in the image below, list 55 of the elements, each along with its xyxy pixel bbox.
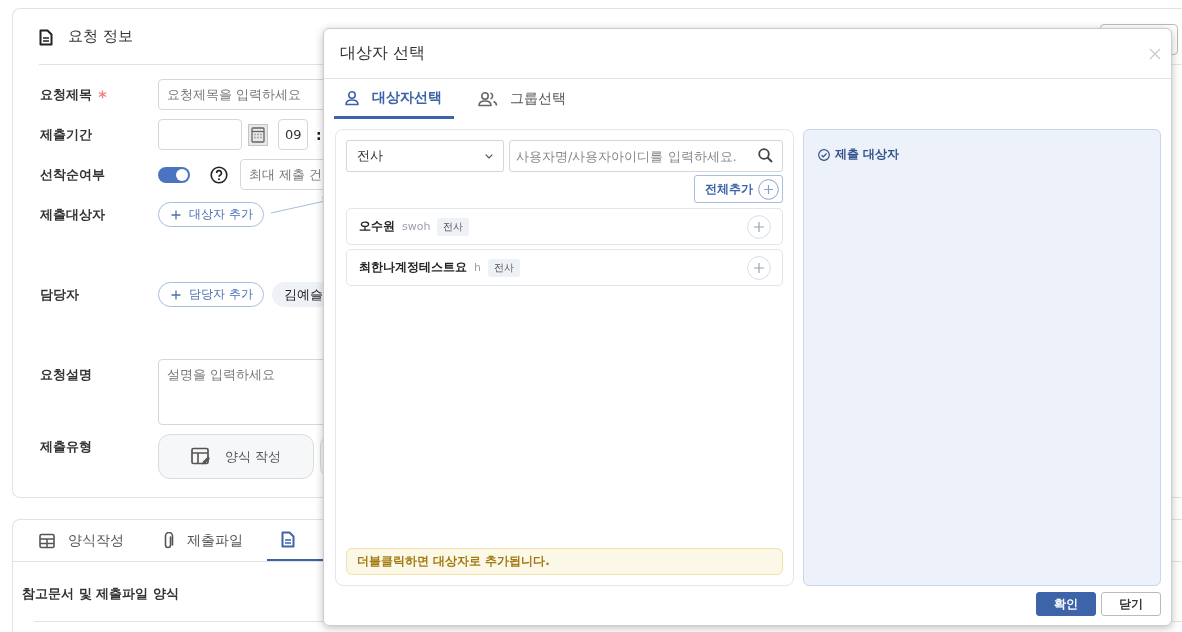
- field-label: 제출기간: [40, 125, 92, 144]
- department-tag: 전사: [437, 217, 470, 236]
- plus-icon: [171, 289, 181, 300]
- form-edit-icon: [190, 446, 211, 467]
- tab[interactable]: 양식작성: [39, 520, 162, 561]
- plus-icon: [171, 209, 181, 220]
- hint-message: 더블클릭하면 대상자로 추가됩니다.: [346, 548, 783, 575]
- field-label: 제출대상자: [40, 205, 105, 224]
- chevron-down-icon: [485, 153, 493, 159]
- scope-dropdown[interactable]: 전사: [346, 140, 504, 172]
- close-button[interactable]: 닫기: [1101, 592, 1161, 616]
- field-label: 요청설명: [40, 365, 92, 384]
- help-icon: [210, 165, 228, 184]
- search-field[interactable]: 사용자명/사용자아이디를 입력하세요.: [509, 140, 783, 172]
- required-icon: [98, 89, 107, 99]
- add-user-icon[interactable]: [747, 255, 771, 280]
- check-circle-icon: [818, 148, 830, 161]
- date-input[interactable]: [158, 119, 242, 150]
- add-user-icon[interactable]: [747, 214, 771, 239]
- tab[interactable]: 대상자선택: [334, 79, 454, 119]
- confirm-button[interactable]: 확인: [1036, 592, 1096, 616]
- document-icon: [281, 531, 295, 548]
- department-tag: 전사: [488, 258, 520, 277]
- tab[interactable]: 그룹선택: [466, 79, 578, 119]
- hour-input[interactable]: 09: [278, 119, 308, 150]
- field-label: 제출유형: [40, 438, 92, 456]
- add-all-button[interactable]: 전체추가: [694, 175, 783, 203]
- user-id: swoh: [402, 220, 431, 233]
- paperclip-icon: [162, 531, 174, 550]
- field-label: 요청제목: [40, 85, 92, 104]
- field-label: 선착순여부: [40, 165, 105, 184]
- dialog-title: 대상자 선택: [340, 43, 426, 64]
- section-title: 참고문서 및 제출파일 양식: [22, 585, 180, 603]
- user-name: 오수원: [359, 218, 395, 235]
- form-type-button[interactable]: 양식 작성: [158, 434, 314, 479]
- plus-circle-icon: [758, 178, 779, 200]
- user-list-item[interactable]: 오수원 swoh 전사: [346, 208, 783, 245]
- user-list-item[interactable]: 최한나계정테스트요 h 전사: [346, 249, 783, 286]
- search-icon: [758, 148, 773, 163]
- tab[interactable]: 제출파일: [162, 520, 281, 561]
- user-icon: [344, 89, 360, 106]
- user-name: 최한나계정테스트요: [359, 259, 467, 276]
- add-button[interactable]: 담당자 추가: [158, 282, 264, 307]
- add-button[interactable]: 대상자 추가: [158, 202, 264, 227]
- table-icon: [39, 532, 55, 549]
- toggle-switch[interactable]: [158, 166, 190, 183]
- section-title: 요청 정보: [68, 27, 133, 46]
- user-id: h: [474, 261, 481, 274]
- field-label: 담당자: [40, 285, 79, 304]
- calendar-icon[interactable]: [248, 123, 268, 146]
- users-icon: [478, 91, 498, 107]
- panel-title: 제출 대상자: [835, 146, 900, 163]
- time-separator: :: [316, 126, 322, 143]
- close-icon[interactable]: [1149, 47, 1161, 60]
- document-icon: [39, 29, 53, 46]
